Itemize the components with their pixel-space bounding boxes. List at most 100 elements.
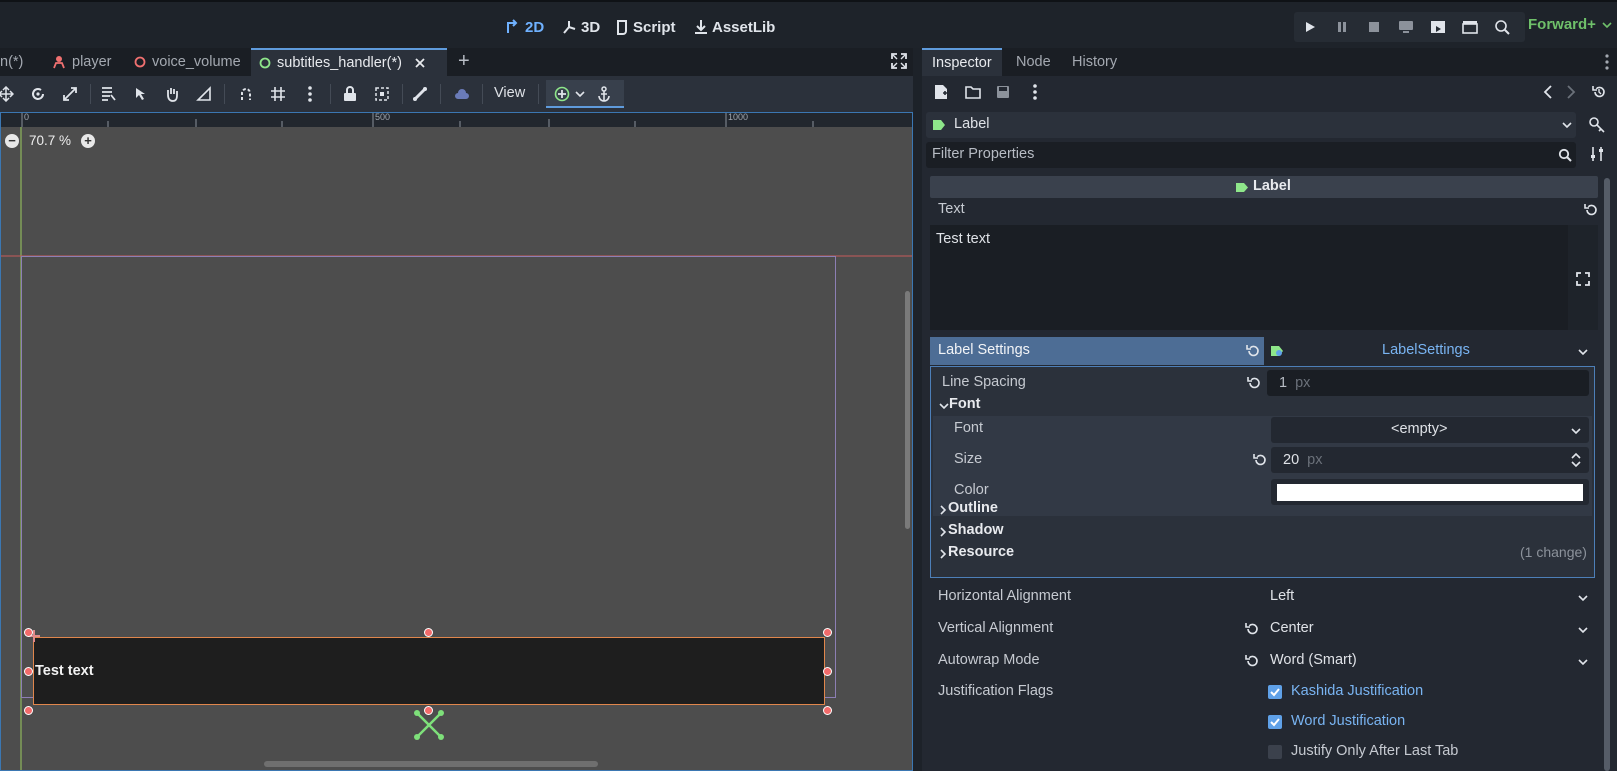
vertical-scrollbar[interactable]: [905, 291, 910, 529]
anchor-button[interactable]: [594, 84, 614, 104]
shadow-group-header[interactable]: Shadow: [948, 522, 1004, 538]
label-settings-resource-picker[interactable]: LabelSettings: [1266, 337, 1598, 365]
resource-group-header[interactable]: Resource: [948, 544, 1014, 560]
autowrap-dropdown[interactable]: Word (Smart): [1266, 648, 1598, 674]
close-icon[interactable]: [414, 57, 426, 69]
group-button[interactable]: [372, 84, 392, 104]
flag-last-tab[interactable]: Justify Only After Last Tab: [1266, 741, 1598, 765]
tab-history[interactable]: History: [1062, 48, 1127, 76]
cloud-button[interactable]: [452, 84, 472, 104]
flag-word[interactable]: Word Justification: [1266, 711, 1598, 735]
chevron-right-icon[interactable]: [1566, 85, 1576, 99]
rotate-mode-button[interactable]: [28, 84, 48, 104]
snap-options-button[interactable]: [300, 84, 320, 104]
revert-icon[interactable]: [1246, 344, 1260, 358]
zoom-out-button[interactable]: −: [5, 133, 19, 148]
history-icon[interactable]: [1592, 85, 1606, 99]
remote-debug-button[interactable]: [1390, 12, 1422, 42]
inspector-scrollbar[interactable]: [1604, 178, 1610, 771]
label-settings-row[interactable]: Label Settings: [930, 337, 1264, 365]
revert-icon[interactable]: [1245, 654, 1259, 668]
text-edit-area[interactable]: Test text: [930, 225, 1568, 330]
movie-maker-button[interactable]: [1486, 12, 1518, 42]
pause-button[interactable]: [1326, 12, 1358, 42]
size-spinbox[interactable]: 20 px: [1271, 447, 1589, 473]
resize-handle-top[interactable]: [424, 628, 433, 637]
filter-properties-input[interactable]: Filter Properties: [926, 142, 1576, 168]
font-group-header[interactable]: Font: [949, 396, 980, 412]
renderer-select[interactable]: Forward+: [1528, 16, 1612, 33]
pan-mode-button[interactable]: [162, 84, 182, 104]
flag-kashida[interactable]: Kashida Justification: [1266, 681, 1598, 705]
add-tab-button[interactable]: +: [458, 50, 470, 73]
expand-icon[interactable]: [1576, 272, 1590, 286]
2d-viewport[interactable]: 0 500 1000 − 70.7 % + Test text: [0, 112, 913, 771]
zoom-in-button[interactable]: +: [81, 133, 96, 148]
distraction-free-button[interactable]: [891, 53, 907, 69]
open-folder-icon[interactable]: [965, 85, 981, 99]
kebab-menu-icon[interactable]: [1033, 84, 1037, 100]
object-selector[interactable]: Label: [926, 112, 1576, 138]
v-align-dropdown[interactable]: Center: [1266, 616, 1598, 642]
lock-button[interactable]: [340, 84, 360, 104]
zoom-level[interactable]: 70.7 %: [29, 133, 71, 148]
revert-icon[interactable]: [1247, 376, 1261, 390]
last-tab-checkbox[interactable]: [1268, 745, 1282, 759]
chevron-down-icon[interactable]: [939, 402, 949, 410]
kebab-menu-icon[interactable]: [1605, 54, 1609, 70]
resize-handle-bottom-right[interactable]: [823, 706, 832, 715]
kashida-checkbox[interactable]: [1268, 685, 1282, 699]
filter-options-icon[interactable]: [1590, 146, 1604, 162]
chevron-right-icon[interactable]: [939, 505, 947, 515]
mode-2d-button[interactable]: 2D: [505, 16, 544, 38]
chevron-left-icon[interactable]: [1543, 85, 1553, 99]
word-justification-checkbox[interactable]: [1268, 715, 1282, 729]
outline-group-header[interactable]: Outline: [948, 500, 998, 516]
resize-handle-top-left[interactable]: [24, 628, 33, 637]
stop-button[interactable]: [1358, 12, 1390, 42]
tab-inspector[interactable]: Inspector: [922, 48, 1002, 76]
skeleton-button[interactable]: [410, 84, 430, 104]
chevron-right-icon[interactable]: [939, 527, 947, 537]
resize-handle-left[interactable]: [24, 667, 33, 676]
color-picker-button[interactable]: [1271, 479, 1589, 505]
resize-handle-top-right[interactable]: [823, 628, 832, 637]
scene-tab-subtitles-handler[interactable]: subtitles_handler(*): [251, 48, 447, 76]
font-picker[interactable]: <empty>: [1271, 417, 1589, 443]
mode-script-button[interactable]: Script: [615, 16, 676, 38]
add-anchor-button[interactable]: [552, 84, 572, 104]
chevron-right-icon[interactable]: [939, 549, 947, 559]
resize-handle-right[interactable]: [823, 667, 832, 676]
move-mode-button[interactable]: [0, 84, 16, 104]
select-mode-button[interactable]: [130, 84, 150, 104]
grid-snap-button[interactable]: [268, 84, 288, 104]
object-tools-icon[interactable]: [1588, 116, 1606, 134]
spinner-arrows-icon[interactable]: [1571, 452, 1581, 468]
play-scene-button[interactable]: [1422, 12, 1454, 42]
scene-tab-voice-volume[interactable]: voice_volume: [126, 48, 250, 76]
view-menu[interactable]: View: [494, 85, 525, 101]
save-icon[interactable]: [996, 85, 1010, 99]
resize-handle-bottom-left[interactable]: [24, 706, 33, 715]
label-node-preview[interactable]: [33, 637, 825, 705]
inspector-scroll-thumb[interactable]: [1604, 178, 1610, 771]
play-custom-scene-button[interactable]: [1454, 12, 1486, 42]
mode-assetlib-button[interactable]: AssetLib: [694, 16, 775, 38]
scale-mode-button[interactable]: [60, 84, 80, 104]
horizontal-scrollbar[interactable]: [264, 761, 598, 767]
mode-3d-button[interactable]: 3D: [561, 16, 600, 38]
new-resource-icon[interactable]: [934, 84, 948, 100]
tab-node[interactable]: Node: [1006, 48, 1061, 76]
revert-icon[interactable]: [1253, 453, 1267, 467]
revert-icon[interactable]: [1245, 622, 1259, 636]
revert-icon[interactable]: [1584, 203, 1598, 217]
smart-snap-button[interactable]: [236, 84, 256, 104]
h-align-dropdown[interactable]: Left: [1266, 584, 1598, 610]
list-select-button[interactable]: [98, 84, 118, 104]
ruler-mode-button[interactable]: [194, 84, 214, 104]
scene-tab-player[interactable]: player: [44, 48, 128, 76]
anchor-options-button[interactable]: [570, 84, 590, 104]
line-spacing-field[interactable]: 1 px: [1267, 370, 1589, 396]
play-button[interactable]: [1294, 12, 1326, 42]
anchor-cross-icon[interactable]: [412, 708, 446, 742]
